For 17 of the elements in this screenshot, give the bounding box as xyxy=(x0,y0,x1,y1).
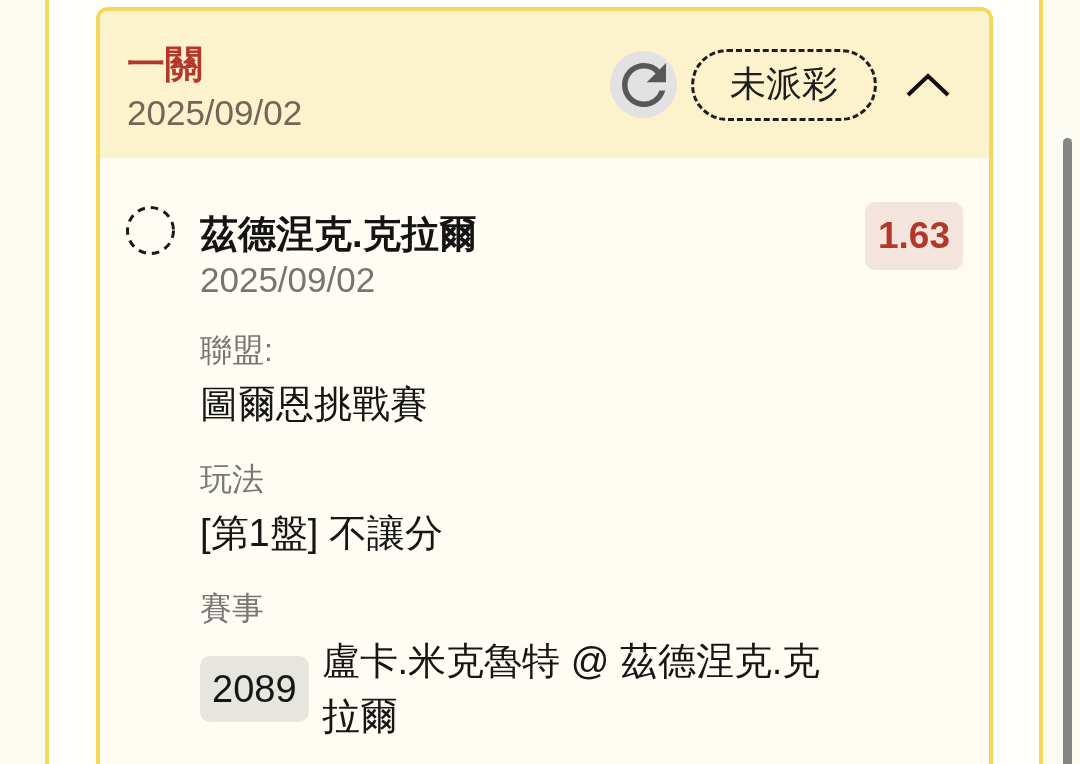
scrollbar-thumb[interactable] xyxy=(1063,138,1072,764)
bet-title: 一關 xyxy=(127,42,204,87)
refresh-icon xyxy=(621,62,666,107)
field-label: 玩法 xyxy=(200,460,265,499)
odds-tag: 1.63 xyxy=(865,202,963,270)
chevron-up-icon xyxy=(906,72,950,97)
field-value: 圖爾恩挑戰賽 xyxy=(200,382,429,427)
bet-date: 2025/09/02 xyxy=(127,92,304,134)
field-value: [第1盤] 不讓分 xyxy=(200,511,444,556)
field-label: 賽事 xyxy=(200,589,265,628)
field-label: 聯盟: xyxy=(200,331,274,370)
selection-name: 茲德涅克.克拉爾 xyxy=(200,212,478,257)
collapse-button[interactable] xyxy=(906,72,950,97)
status-tag: 未派彩 xyxy=(691,48,877,121)
match-teams: 盧卡.米克魯特 @ 茲德涅克.克拉爾 xyxy=(321,639,822,739)
match-number-tag: 2089 xyxy=(200,656,309,722)
selection-date: 2025/09/02 xyxy=(200,259,377,301)
